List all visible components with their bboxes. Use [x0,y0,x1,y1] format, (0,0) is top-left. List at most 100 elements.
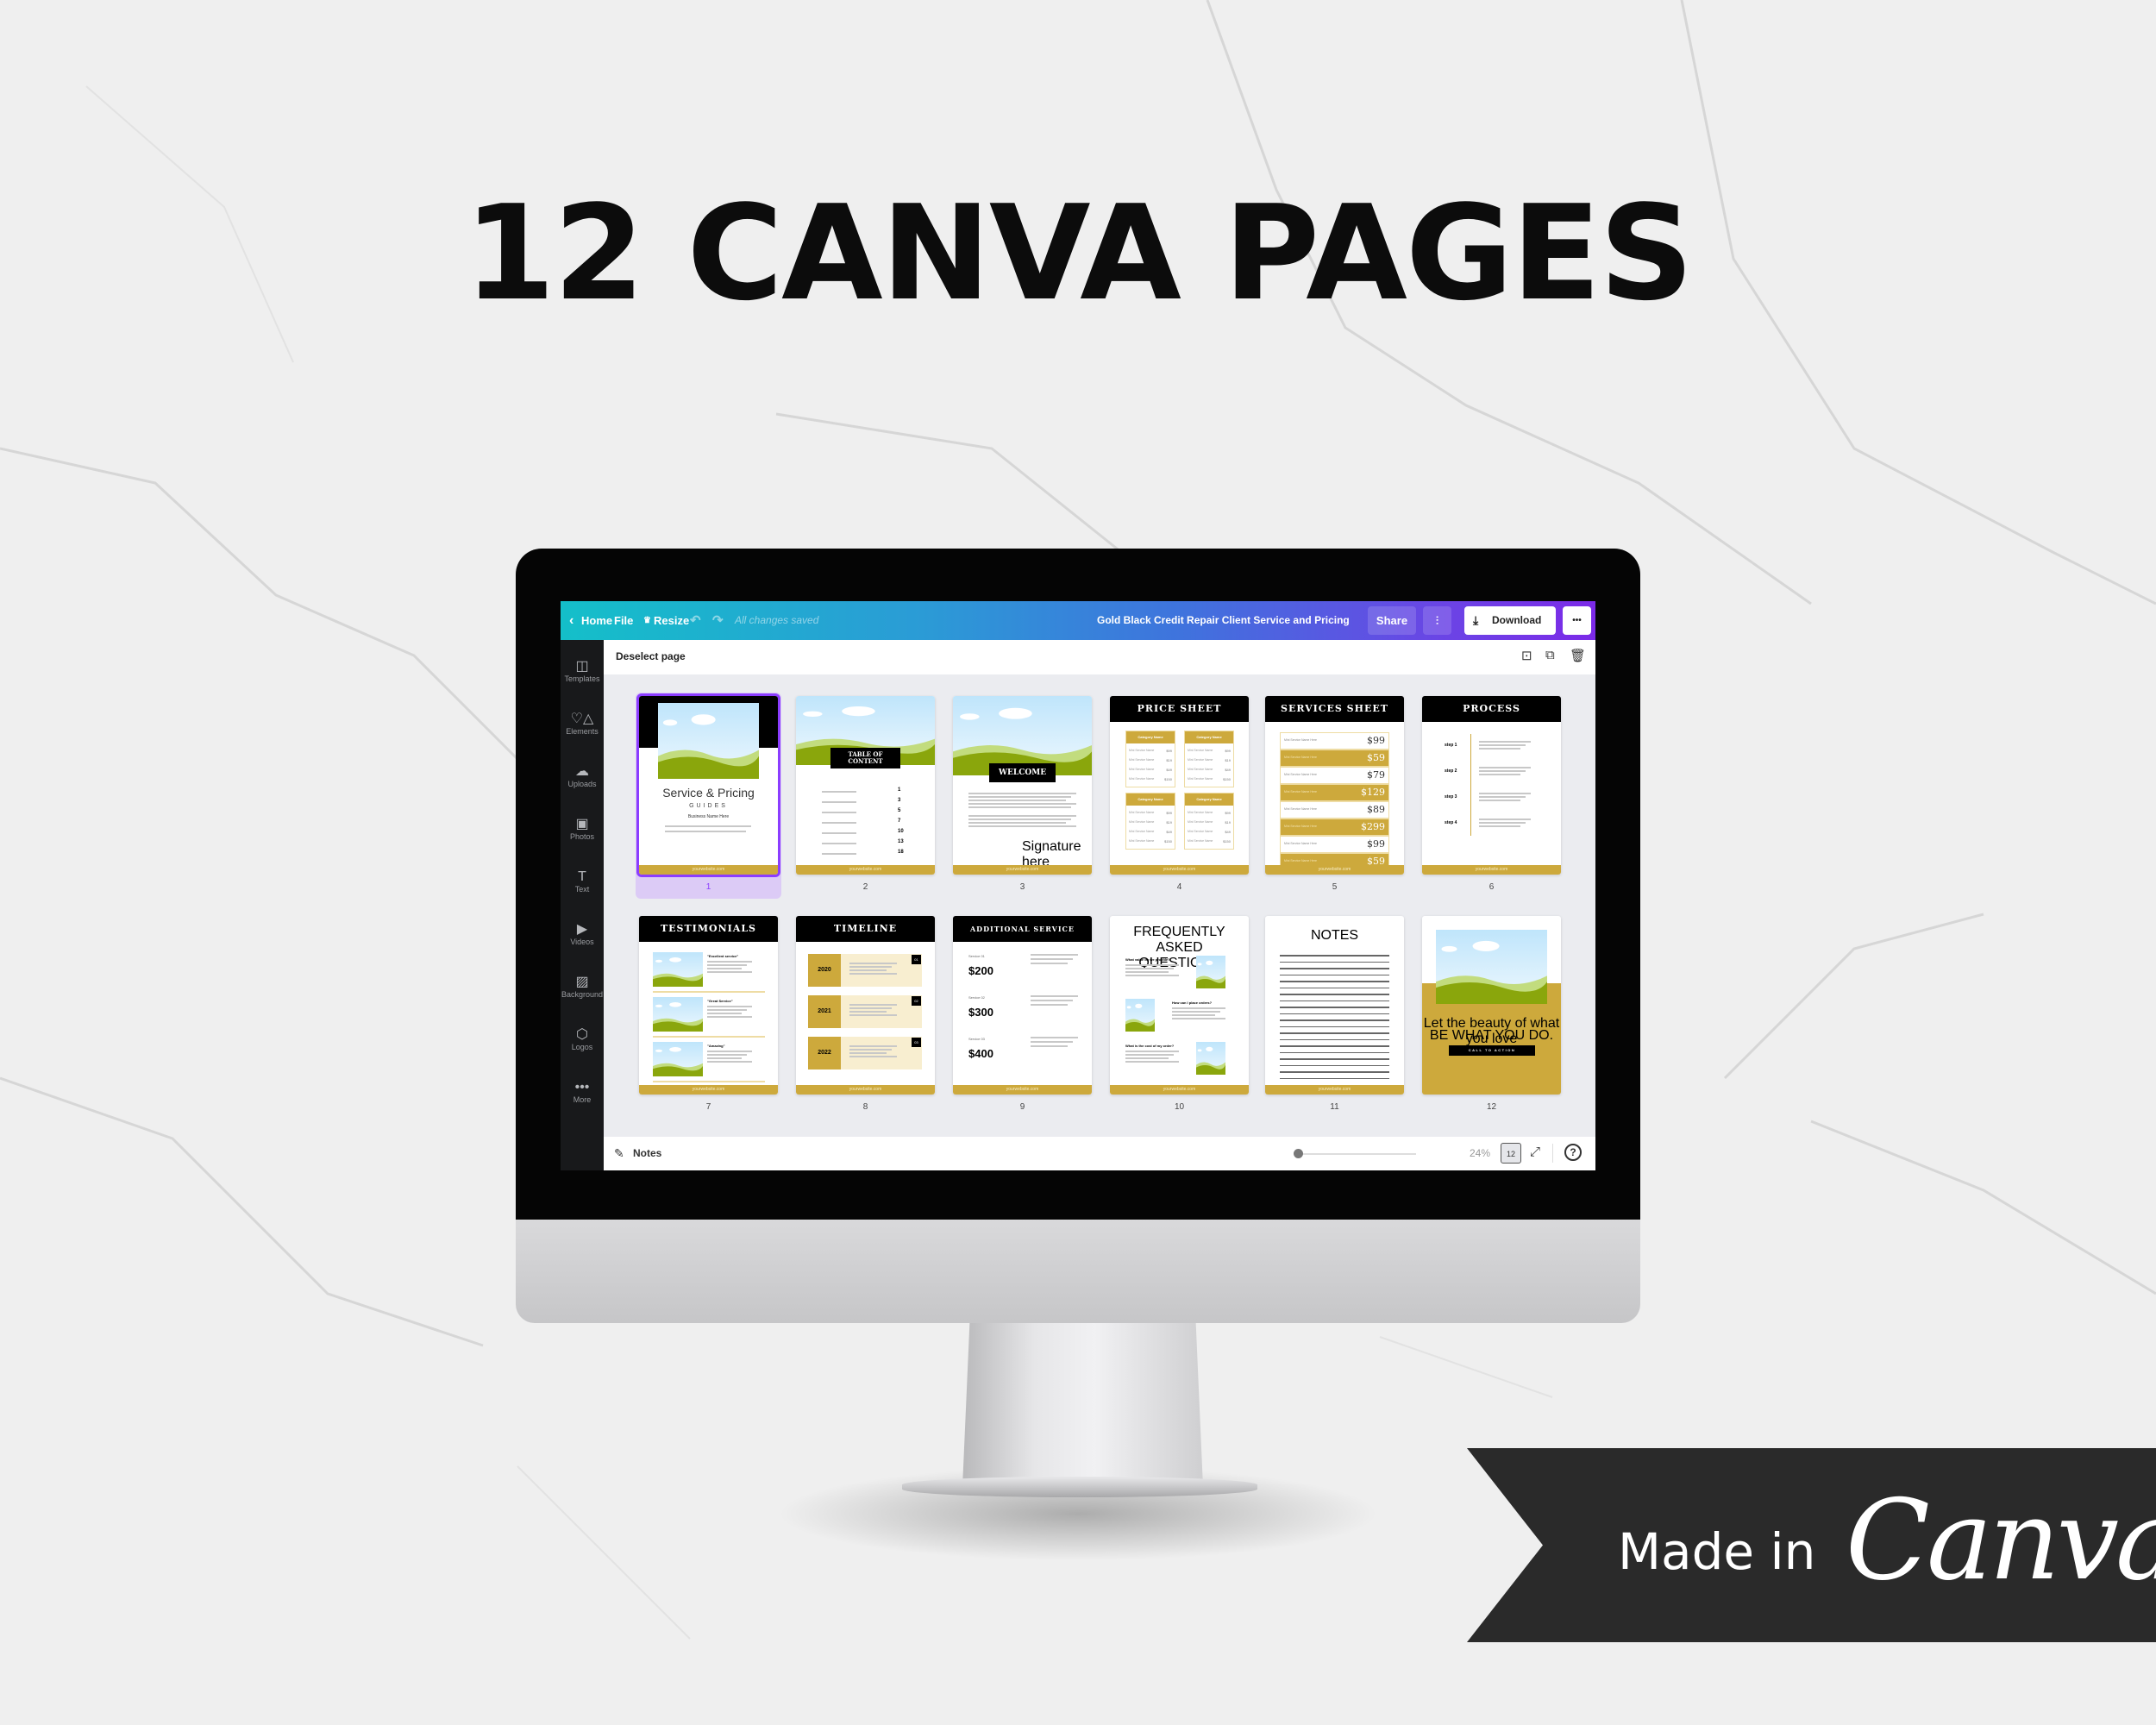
text-line [1172,1014,1215,1016]
landscape-image [653,997,703,1032]
page-thumbnail-3[interactable]: WELCOME Signature here yourwebsite.com [953,696,1092,875]
page-heading: PRICE SHEET [1110,696,1249,722]
text-line [1125,968,1174,969]
notes-icon[interactable]: ✎ [614,1146,624,1161]
page-thumbnail-6[interactable]: PROCESS step 1 step 2 step 3 step 4 yourwebsi… [1422,696,1561,875]
help-icon[interactable]: ? [1564,1144,1582,1161]
page-thumbnail-10[interactable]: FREQUENTLY ASKED QUESTIONS What value do … [1110,916,1249,1095]
text-line [849,1045,897,1047]
redo-icon[interactable]: ↷ [712,601,724,640]
faq-question: What is the cost of my order? [1125,1044,1175,1048]
note-line [1280,981,1389,982]
service-price: $150 [1164,777,1172,781]
sidebar-item-photos[interactable]: ▣ Photos [561,817,604,841]
sidebar-item-label: Text [574,885,590,894]
page-footer: yourwebsite.com [796,1085,935,1095]
page-thumbnail-2[interactable]: TABLE OF CONTENT 1 3 5 7 10 13 18 yourwebsite.co… [796,696,935,875]
text-line [968,803,1076,805]
note-line [1280,955,1389,957]
faq-question: What value do we provide? [1125,957,1170,962]
page-thumbnail-4[interactable]: PRICE SHEET Category Name Mini Service Na… [1110,696,1249,875]
page-thumbnail-9[interactable]: ADDITIONAL SERVICE Service 01 $200 Service … [953,916,1092,1095]
text-line [665,831,746,832]
insights-chart-icon[interactable]: ⫶ [1423,606,1451,635]
page-header: Deselect page ⊡ ⧉ 🗑 [604,640,1595,674]
service-name: Mini Service Name [1129,758,1155,762]
sidebar-item-elements[interactable]: ♡△ Elements [561,712,604,736]
service-name: Mini Service Name Here [1284,807,1317,811]
step-label: step 2 [1445,768,1457,774]
toc-line [822,812,856,813]
zoom-level[interactable]: 24% [1470,1147,1490,1159]
video-icon: ▶ [576,922,588,937]
service-name: Mini Service Name [1129,830,1155,833]
page-thumbnail-11[interactable]: NOTES yourwebsite.com [1265,916,1404,1095]
download-button[interactable]: ⤓ Download [1464,606,1556,635]
category-box: Category Name Mini Service Name $99 Mini Se… [1125,793,1175,850]
sidebar-item-uploads[interactable]: ☁ Uploads [561,764,604,788]
text-line [968,819,1071,820]
text-line [1125,1054,1174,1056]
fullscreen-icon[interactable]: ⤢ [1530,1145,1540,1159]
sidebar: ◫ Templates ♡△ Elements ☁ Uploads ▣ Photos T Text… [561,640,604,1170]
text-line [968,822,1066,824]
service-price: $150 [1223,777,1231,781]
share-button[interactable]: Share [1368,606,1416,635]
page-thumbnail-5[interactable]: SERVICES SHEET Mini Service Name Here $9… [1265,696,1404,875]
service-price: $200 [968,964,993,977]
duplicate-page-icon[interactable]: ⧉ [1545,648,1555,662]
sidebar-item-templates[interactable]: ◫ Templates [561,659,604,683]
home-button[interactable]: Home [581,601,612,640]
page-number: 4 [1176,882,1182,892]
notes-button[interactable]: Notes [633,1147,661,1159]
service-row: Mini Service Name Here $99 [1280,836,1389,853]
page-thumbnail-12[interactable]: Let the beauty of what you love BE WHAT … [1422,916,1561,1095]
service-row: Mini Service Name Here $89 [1280,801,1389,819]
category-name: Category Name [1185,794,1233,806]
sidebar-item-more[interactable]: ••• More [561,1080,604,1104]
service-name: Mini Service Name [1129,777,1155,781]
resize-button[interactable]: Resize [654,601,689,640]
page-heading: TIMELINE [796,916,935,942]
more-icon: ••• [574,1080,590,1095]
note-line [1280,961,1389,963]
back-chevron-icon[interactable]: ‹ [569,601,573,640]
undo-icon[interactable]: ↶ [690,601,701,640]
page-thumbnail-8[interactable]: TIMELINE 2020 01 2021 02 2022 03 yourwebs… [796,916,935,1095]
sidebar-item-background[interactable]: ▨ Background [561,975,604,999]
photo-icon: ▣ [575,817,589,831]
text-line [1031,954,1078,956]
page-heading: SERVICES SHEET [1265,696,1404,722]
document-title[interactable]: Gold Black Credit Repair Client Service … [1097,601,1350,640]
service-name: Mini Service Name [1129,749,1155,752]
service-name: Mini Service Name [1188,820,1213,824]
text-line [849,1011,887,1013]
service-price: $99 [1225,811,1231,815]
sidebar-item-label: Videos [570,938,594,946]
text-line [1125,1057,1169,1059]
zoom-slider-handle[interactable] [1294,1149,1303,1158]
text-line [707,1013,742,1014]
text-line [1479,741,1531,743]
category-name: Category Name [1185,731,1233,743]
add-page-icon[interactable]: ⊡ [1521,648,1532,663]
text-line [849,969,887,971]
text-line [1031,995,1078,997]
file-menu[interactable]: File [614,601,633,640]
sidebar-item-logos[interactable]: ⬡ Logos [561,1027,604,1051]
timeline-marker: 02 [912,996,921,1006]
page-thumbnail-7[interactable]: TESTIMONIALS "Excellent service" "Great … [639,916,778,1095]
page-thumbnail-1[interactable]: Service & Pricing GUIDES Business Name H… [636,693,780,877]
page-grid-button[interactable]: 12 [1501,1143,1521,1164]
deselect-page-button[interactable]: Deselect page [616,650,686,662]
service-price: $49 [1225,768,1231,772]
divider [653,1036,765,1038]
text-line [1031,1004,1068,1006]
service-name: Mini Service Name Here [1284,773,1317,776]
delete-page-icon[interactable]: 🗑 [1570,648,1586,663]
text-line [1479,819,1531,820]
more-options-button[interactable]: ••• [1563,606,1591,635]
sidebar-item-videos[interactable]: ▶ Videos [561,922,604,946]
sidebar-item-text[interactable]: T Text [561,869,604,894]
zoom-slider[interactable] [1294,1149,1416,1158]
